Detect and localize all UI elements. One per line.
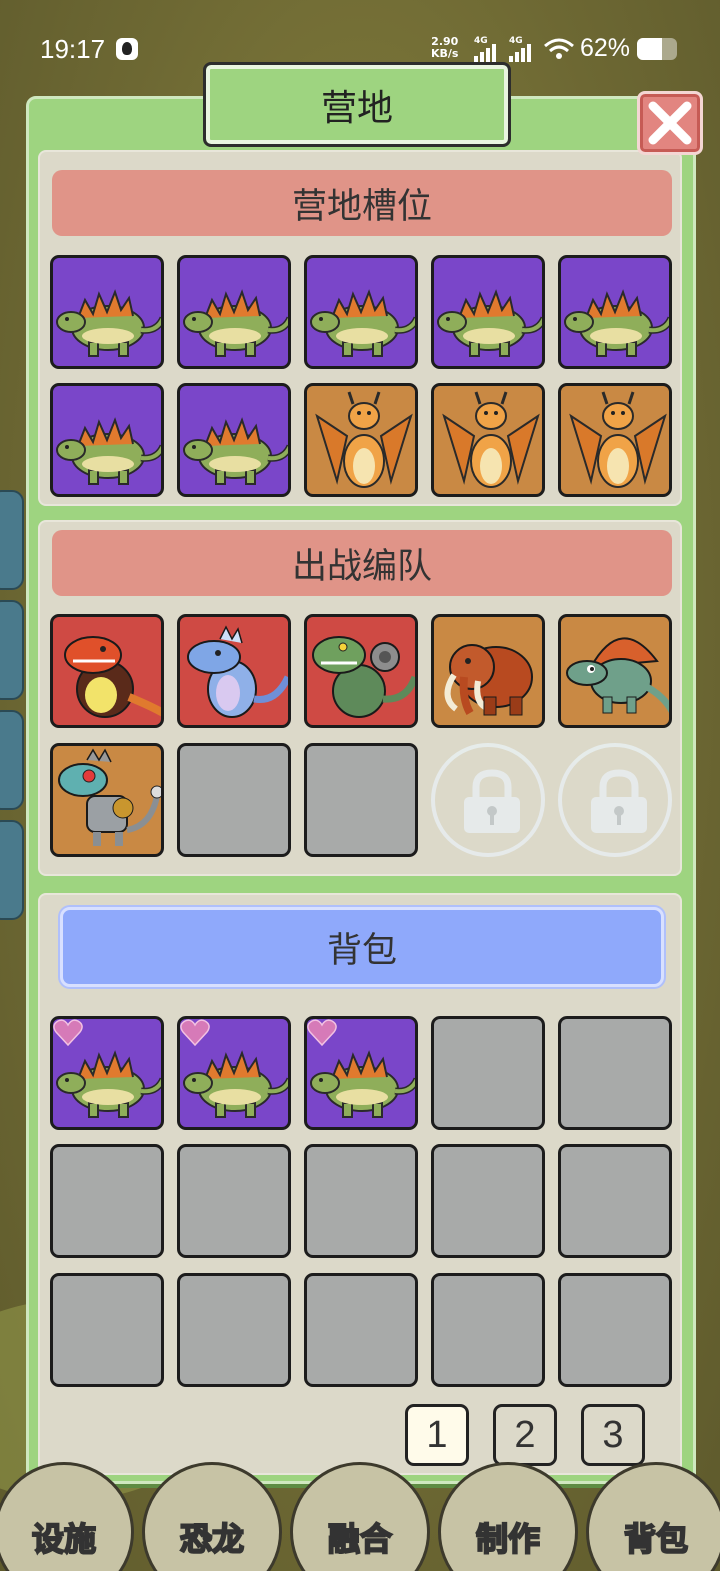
- nav-label: 设施: [31, 1519, 97, 1559]
- team-locked-slot[interactable]: [431, 743, 545, 857]
- backpack-empty-slot[interactable]: [177, 1273, 291, 1387]
- page-button-2[interactable]: 2: [493, 1404, 557, 1466]
- signal-icon: 4G: [472, 36, 500, 62]
- battery-percentage: 62%: [580, 34, 631, 62]
- camp-slot-stegosaurus[interactable]: [304, 255, 418, 369]
- nav-label: 制作: [475, 1519, 541, 1559]
- status-time: 19:17: [40, 34, 106, 64]
- team-slot-robot-dino[interactable]: [50, 743, 164, 857]
- camp-slots-header: 营地槽位: [52, 170, 672, 236]
- dragon-icon: [442, 391, 540, 488]
- team-locked-slot[interactable]: [558, 743, 672, 857]
- camp-slot-stegosaurus[interactable]: [50, 383, 164, 497]
- backpack-slot-stegosaurus[interactable]: [304, 1016, 418, 1130]
- robot-dino-icon: [58, 748, 161, 846]
- backpack-slot-stegosaurus[interactable]: [177, 1016, 291, 1130]
- favorite-heart-icon: [307, 1019, 337, 1047]
- team-slot-mech-trex[interactable]: [304, 614, 418, 728]
- camp-slot-stegosaurus[interactable]: [558, 255, 672, 369]
- backpack-empty-slot[interactable]: [558, 1144, 672, 1258]
- background-side-tab: [0, 820, 24, 920]
- dragon-icon: [569, 391, 667, 488]
- close-x-icon: [648, 101, 692, 145]
- stegosaurus-icon: [56, 289, 161, 357]
- stegosaurus-icon: [564, 289, 669, 357]
- camp-slot-dragon[interactable]: [558, 383, 672, 497]
- camp-slot-stegosaurus[interactable]: [50, 255, 164, 369]
- mammoth-icon: [444, 644, 533, 716]
- battery-icon: [637, 38, 677, 60]
- network-speed-unit: KB/s: [431, 47, 459, 60]
- mech-trex-icon: [312, 636, 415, 718]
- background-side-tab: [0, 710, 24, 810]
- team-slot-mammoth[interactable]: [431, 614, 545, 728]
- nav-label: 背包: [623, 1519, 689, 1559]
- backpack-empty-slot[interactable]: [431, 1273, 545, 1387]
- signal-label: 4G: [474, 36, 488, 46]
- team-empty-slot[interactable]: [177, 743, 291, 857]
- dragon-icon: [315, 391, 413, 488]
- camp-slot-stegosaurus[interactable]: [177, 383, 291, 497]
- ice-dino-icon: [187, 625, 288, 718]
- camp-slot-dragon[interactable]: [431, 383, 545, 497]
- close-button[interactable]: [637, 91, 703, 155]
- wifi-icon: [544, 38, 574, 59]
- camp-slot-dragon[interactable]: [304, 383, 418, 497]
- background-side-tab: [0, 600, 24, 700]
- backpack-header: 背包: [60, 907, 664, 987]
- backpack-empty-slot[interactable]: [304, 1273, 418, 1387]
- backpack-empty-slot[interactable]: [304, 1144, 418, 1258]
- team-empty-slot[interactable]: [304, 743, 418, 857]
- dialog-title: 营地: [203, 62, 511, 147]
- backpack-empty-slot[interactable]: [50, 1144, 164, 1258]
- favorite-heart-icon: [180, 1019, 210, 1047]
- favorite-heart-icon: [53, 1019, 83, 1047]
- backpack-empty-slot[interactable]: [50, 1273, 164, 1387]
- stegosaurus-icon: [183, 417, 288, 485]
- camp-slot-stegosaurus[interactable]: [177, 255, 291, 369]
- backpack-empty-slot[interactable]: [558, 1273, 672, 1387]
- lock-icon: [591, 769, 647, 833]
- page-button-1[interactable]: 1: [405, 1404, 469, 1466]
- stegosaurus-icon: [437, 289, 542, 357]
- stegosaurus-icon: [183, 289, 288, 357]
- battle-team-header: 出战编队: [52, 530, 672, 596]
- spinosaurus-icon: [566, 637, 669, 714]
- background-side-tab: [0, 490, 24, 590]
- nav-label: 融合: [327, 1519, 393, 1559]
- nav-label: 恐龙: [179, 1519, 245, 1559]
- team-slot-spinosaurus[interactable]: [558, 614, 672, 728]
- qq-notification-icon: [116, 38, 138, 60]
- team-slot-fire-dino[interactable]: [50, 614, 164, 728]
- backpack-empty-slot[interactable]: [431, 1144, 545, 1258]
- network-speed: 2.90 KB/s: [431, 36, 458, 60]
- team-slot-ice-dino[interactable]: [177, 614, 291, 728]
- lock-icon: [464, 769, 520, 833]
- backpack-empty-slot[interactable]: [177, 1144, 291, 1258]
- signal-icon: 4G: [507, 36, 535, 62]
- backpack-empty-slot[interactable]: [431, 1016, 545, 1130]
- stegosaurus-icon: [310, 289, 415, 357]
- fire-dino-icon: [64, 636, 161, 718]
- stegosaurus-icon: [56, 417, 161, 485]
- page-button-3[interactable]: 3: [581, 1404, 645, 1466]
- camp-slot-stegosaurus[interactable]: [431, 255, 545, 369]
- backpack-slot-stegosaurus[interactable]: [50, 1016, 164, 1130]
- backpack-empty-slot[interactable]: [558, 1016, 672, 1130]
- signal-label: 4G: [509, 36, 523, 46]
